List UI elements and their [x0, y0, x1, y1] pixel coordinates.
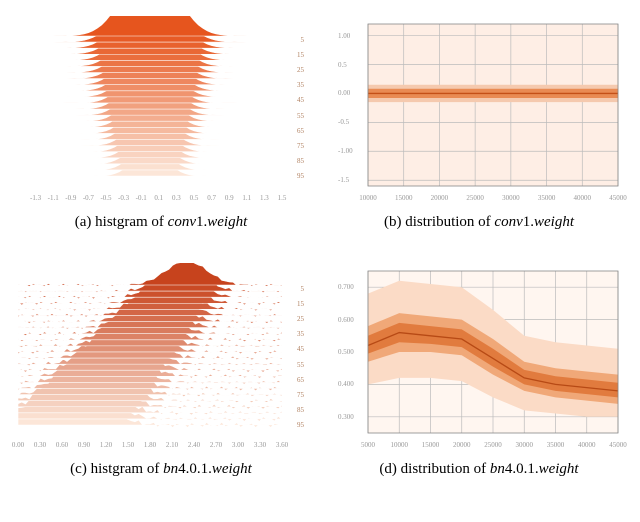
caption-d-var: bn [490, 461, 505, 477]
caption-c-prefix: (c) histgram of [70, 461, 163, 477]
caption-c: (c) histgram of bn4.0.1.weight [70, 461, 252, 478]
subfigure-b: 1000015000200002500030000350004000045000… [328, 16, 630, 231]
caption-c-mid: 4.0.1. [178, 461, 212, 477]
plot-a: -1.3-1.1-0.9-0.7-0.5-0.3-0.10.10.30.50.7… [16, 16, 306, 204]
caption-d-mid: 4.0.1. [505, 461, 539, 477]
plot-d: 5000100001500020000250003000035000400004… [334, 263, 624, 451]
plot-c: 0.000.300.600.901.201.501.802.102.402.70… [16, 263, 306, 451]
caption-a-suffix: weight [207, 214, 247, 230]
subfigure-a: -1.3-1.1-0.9-0.7-0.5-0.3-0.10.10.30.50.7… [10, 16, 312, 231]
caption-d-prefix: (d) distribution of [379, 461, 489, 477]
caption-d-suffix: weight [539, 461, 579, 477]
caption-c-suffix: weight [212, 461, 252, 477]
caption-a-var: conv [168, 214, 196, 230]
caption-b-var: conv [494, 214, 522, 230]
caption-a: (a) histgram of conv1.weight [75, 214, 247, 231]
caption-b: (b) distribution of conv1.weight [384, 214, 574, 231]
caption-b-mid: 1. [523, 214, 534, 230]
caption-a-mid: 1. [196, 214, 207, 230]
caption-d: (d) distribution of bn4.0.1.weight [379, 461, 578, 478]
caption-c-var: bn [163, 461, 178, 477]
subfigure-d: 5000100001500020000250003000035000400004… [328, 263, 630, 478]
subfigure-c: 0.000.300.600.901.201.501.802.102.402.70… [10, 263, 312, 478]
caption-b-suffix: weight [534, 214, 574, 230]
caption-a-prefix: (a) histgram of [75, 214, 168, 230]
plot-b: 1000015000200002500030000350004000045000… [334, 16, 624, 204]
caption-b-prefix: (b) distribution of [384, 214, 494, 230]
figure-grid: -1.3-1.1-0.9-0.7-0.5-0.3-0.10.10.30.50.7… [10, 16, 630, 478]
